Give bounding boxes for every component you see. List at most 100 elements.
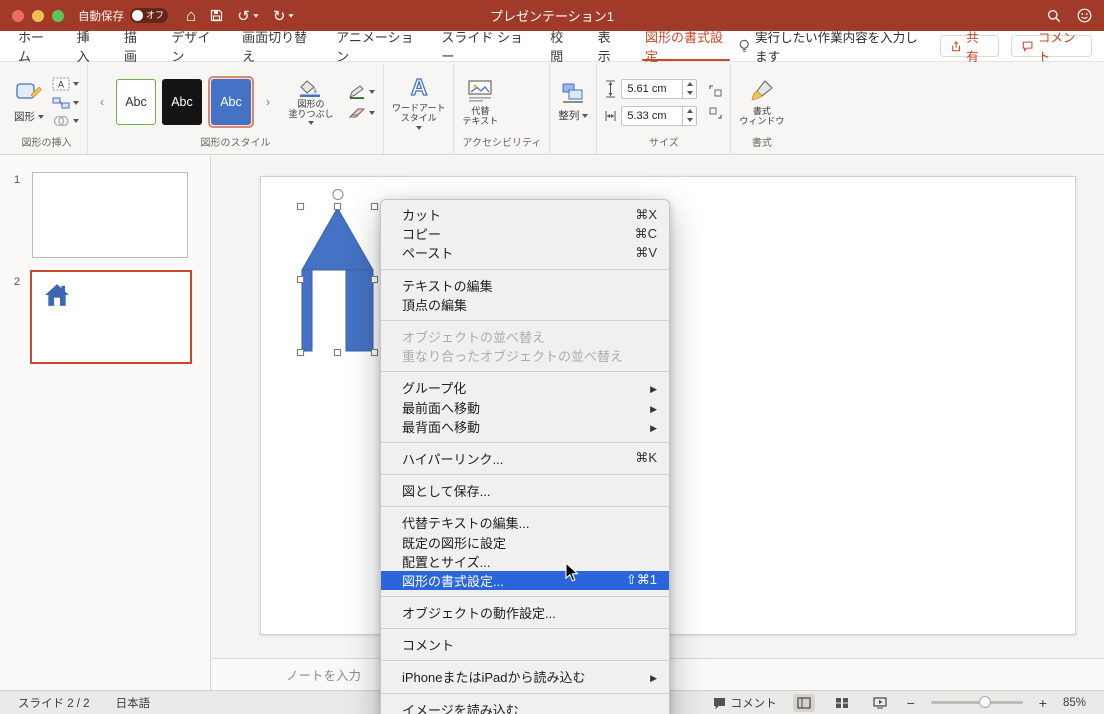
search-icon[interactable] <box>1047 9 1061 23</box>
menu-item-save-as-picture[interactable]: 図として保存... <box>381 481 669 500</box>
tab-shape-format[interactable]: 図形の書式設定 <box>633 30 739 64</box>
tab-slideshow[interactable]: スライド ショー <box>429 30 538 64</box>
tab-review[interactable]: 校閲 <box>538 30 585 64</box>
tab-draw[interactable]: 描画 <box>112 30 159 64</box>
width-icon <box>605 110 616 121</box>
notes-placeholder: ノートを入力 <box>286 669 362 683</box>
menu-item-send-to-back[interactable]: 最背面へ移動 <box>381 417 669 436</box>
submenu-arrow-icon <box>650 380 657 395</box>
menu-item-edit-text[interactable]: テキストの編集 <box>381 276 669 295</box>
shape-outline-button[interactable] <box>348 85 375 99</box>
shape-effects-button[interactable] <box>348 107 375 119</box>
menu-item-import-image[interactable]: イメージを読み込む <box>381 700 669 714</box>
menu-item-hyperlink[interactable]: ハイパーリンク... ⌘K <box>381 449 669 468</box>
selected-home-shape[interactable] <box>297 189 378 356</box>
height-step-down-icon[interactable] <box>683 89 696 98</box>
resize-handle-nw[interactable] <box>297 203 304 210</box>
format-pane-label-line2: ウィンドウ <box>739 115 785 126</box>
statusbar-comments-button[interactable]: コメント <box>713 695 777 711</box>
shape-height-value[interactable]: 5.61 cm <box>622 80 682 98</box>
menu-item-format-shape[interactable]: 図形の書式設定... ⇧⌘1 <box>381 570 669 590</box>
menu-item-edit-alt-text[interactable]: 代替テキストの編集... <box>381 513 669 532</box>
zoom-slider-knob[interactable] <box>978 696 991 708</box>
menu-item-bring-to-front[interactable]: 最前面へ移動 <box>381 398 669 417</box>
shape-width-field[interactable]: 5.33 cm <box>621 105 698 126</box>
chevron-down-icon <box>73 101 79 105</box>
chevron-down-icon <box>73 82 79 86</box>
style-gallery-prev-icon[interactable]: ‹ <box>96 79 108 125</box>
zoom-slider[interactable] <box>930 696 1023 708</box>
normal-view-button[interactable] <box>792 693 815 712</box>
chevron-down-icon <box>38 114 44 119</box>
menu-item-edit-points[interactable]: 頂点の編集 <box>381 295 669 314</box>
shape-style-chip-2[interactable]: Abc <box>162 79 202 125</box>
tab-design[interactable]: デザイン <box>159 30 230 64</box>
arrange-button[interactable]: 整列 <box>558 81 589 123</box>
width-step-down-icon[interactable] <box>683 116 696 125</box>
shape-fill-button[interactable]: 図形の 塗りつぶし <box>282 79 340 125</box>
redo-dropdown-icon[interactable] <box>288 13 294 18</box>
tab-insert[interactable]: 挿入 <box>65 30 112 64</box>
menu-item-set-default-shape[interactable]: 既定の図形に設定 <box>381 532 669 551</box>
comments-button[interactable]: コメント <box>1010 31 1093 64</box>
crop-mark-icon[interactable] <box>709 107 723 119</box>
menu-item-comment[interactable]: コメント <box>381 635 669 654</box>
menu-item-size-position[interactable]: 配置とサイズ... <box>381 552 669 571</box>
slide-sorter-view-button[interactable] <box>831 694 853 712</box>
menu-item-cut[interactable]: カット ⌘X <box>381 205 669 224</box>
resize-handle-s[interactable] <box>333 349 341 356</box>
menu-item-group[interactable]: グループ化 <box>381 378 669 397</box>
save-icon[interactable] <box>210 9 223 22</box>
home-icon[interactable]: ⌂ <box>186 6 196 26</box>
width-step-up-icon[interactable] <box>683 107 696 116</box>
menu-item-copy[interactable]: コピー ⌘C <box>381 224 669 243</box>
tell-me-search[interactable]: 実行したい作業内容を入力します <box>739 27 918 65</box>
text-box-button[interactable]: A <box>52 77 79 91</box>
language-indicator[interactable]: 日本語 <box>116 695 151 711</box>
format-pane-button[interactable]: 書式 ウィンドウ <box>739 79 784 126</box>
zoom-level[interactable]: 85% <box>1063 697 1086 709</box>
insert-shape-button[interactable]: 図形 <box>14 80 44 124</box>
wordart-styles-button[interactable]: A ワードアート スタイル <box>392 74 445 130</box>
merge-shapes-icon <box>53 115 69 127</box>
undo-dropdown-icon[interactable] <box>253 13 259 18</box>
tab-animations[interactable]: アニメーション <box>324 30 429 64</box>
undo-button[interactable]: ↺ <box>237 7 259 25</box>
resize-handle-ne[interactable] <box>371 203 378 210</box>
shape-style-chip-1[interactable]: Abc <box>116 79 156 125</box>
mouse-cursor <box>565 562 579 582</box>
merge-shapes-button[interactable] <box>52 115 79 127</box>
shape-style-chip-selected[interactable]: Abc <box>208 76 254 128</box>
width-stepper[interactable] <box>682 106 696 125</box>
menu-item-paste[interactable]: ペースト ⌘V <box>381 243 669 262</box>
slideshow-view-button[interactable] <box>869 694 891 712</box>
style-gallery-next-icon[interactable]: › <box>262 79 274 125</box>
share-button[interactable]: 共有 <box>940 31 999 64</box>
resize-handle-w[interactable] <box>297 275 304 283</box>
group-insert-shapes: 図形 A 図形の挿入 <box>6 64 88 154</box>
rotation-handle[interactable] <box>332 189 343 200</box>
resize-handle-sw[interactable] <box>297 349 304 356</box>
slide-1-thumbnail[interactable] <box>32 172 188 258</box>
resize-handle-se[interactable] <box>371 349 378 356</box>
height-stepper[interactable] <box>682 79 696 98</box>
crop-mark-icon[interactable] <box>709 85 722 97</box>
redo-button[interactable]: ↻ <box>273 7 295 25</box>
resize-handle-n[interactable] <box>333 203 341 210</box>
height-step-up-icon[interactable] <box>683 80 696 89</box>
menu-item-import-from-iphone[interactable]: iPhoneまたはiPadから読み込む <box>381 667 669 686</box>
connector-button[interactable] <box>52 97 79 109</box>
shape-width-value[interactable]: 5.33 cm <box>622 107 682 125</box>
account-icon[interactable] <box>1077 8 1092 23</box>
tab-transitions[interactable]: 画面切り替え <box>230 30 324 64</box>
shape-height-field[interactable]: 5.61 cm <box>621 78 698 99</box>
slide-2-thumbnail[interactable] <box>30 270 192 364</box>
menu-item-action-settings[interactable]: オブジェクトの動作設定... <box>381 603 669 622</box>
tab-home[interactable]: ホーム <box>6 30 65 64</box>
zoom-in-button[interactable]: + <box>1039 696 1047 710</box>
tab-view[interactable]: 表示 <box>586 30 633 64</box>
resize-handle-e[interactable] <box>371 275 378 283</box>
svg-text:A: A <box>58 80 64 90</box>
alt-text-button[interactable]: 代替 テキスト <box>462 79 498 126</box>
zoom-out-button[interactable]: − <box>907 696 915 710</box>
